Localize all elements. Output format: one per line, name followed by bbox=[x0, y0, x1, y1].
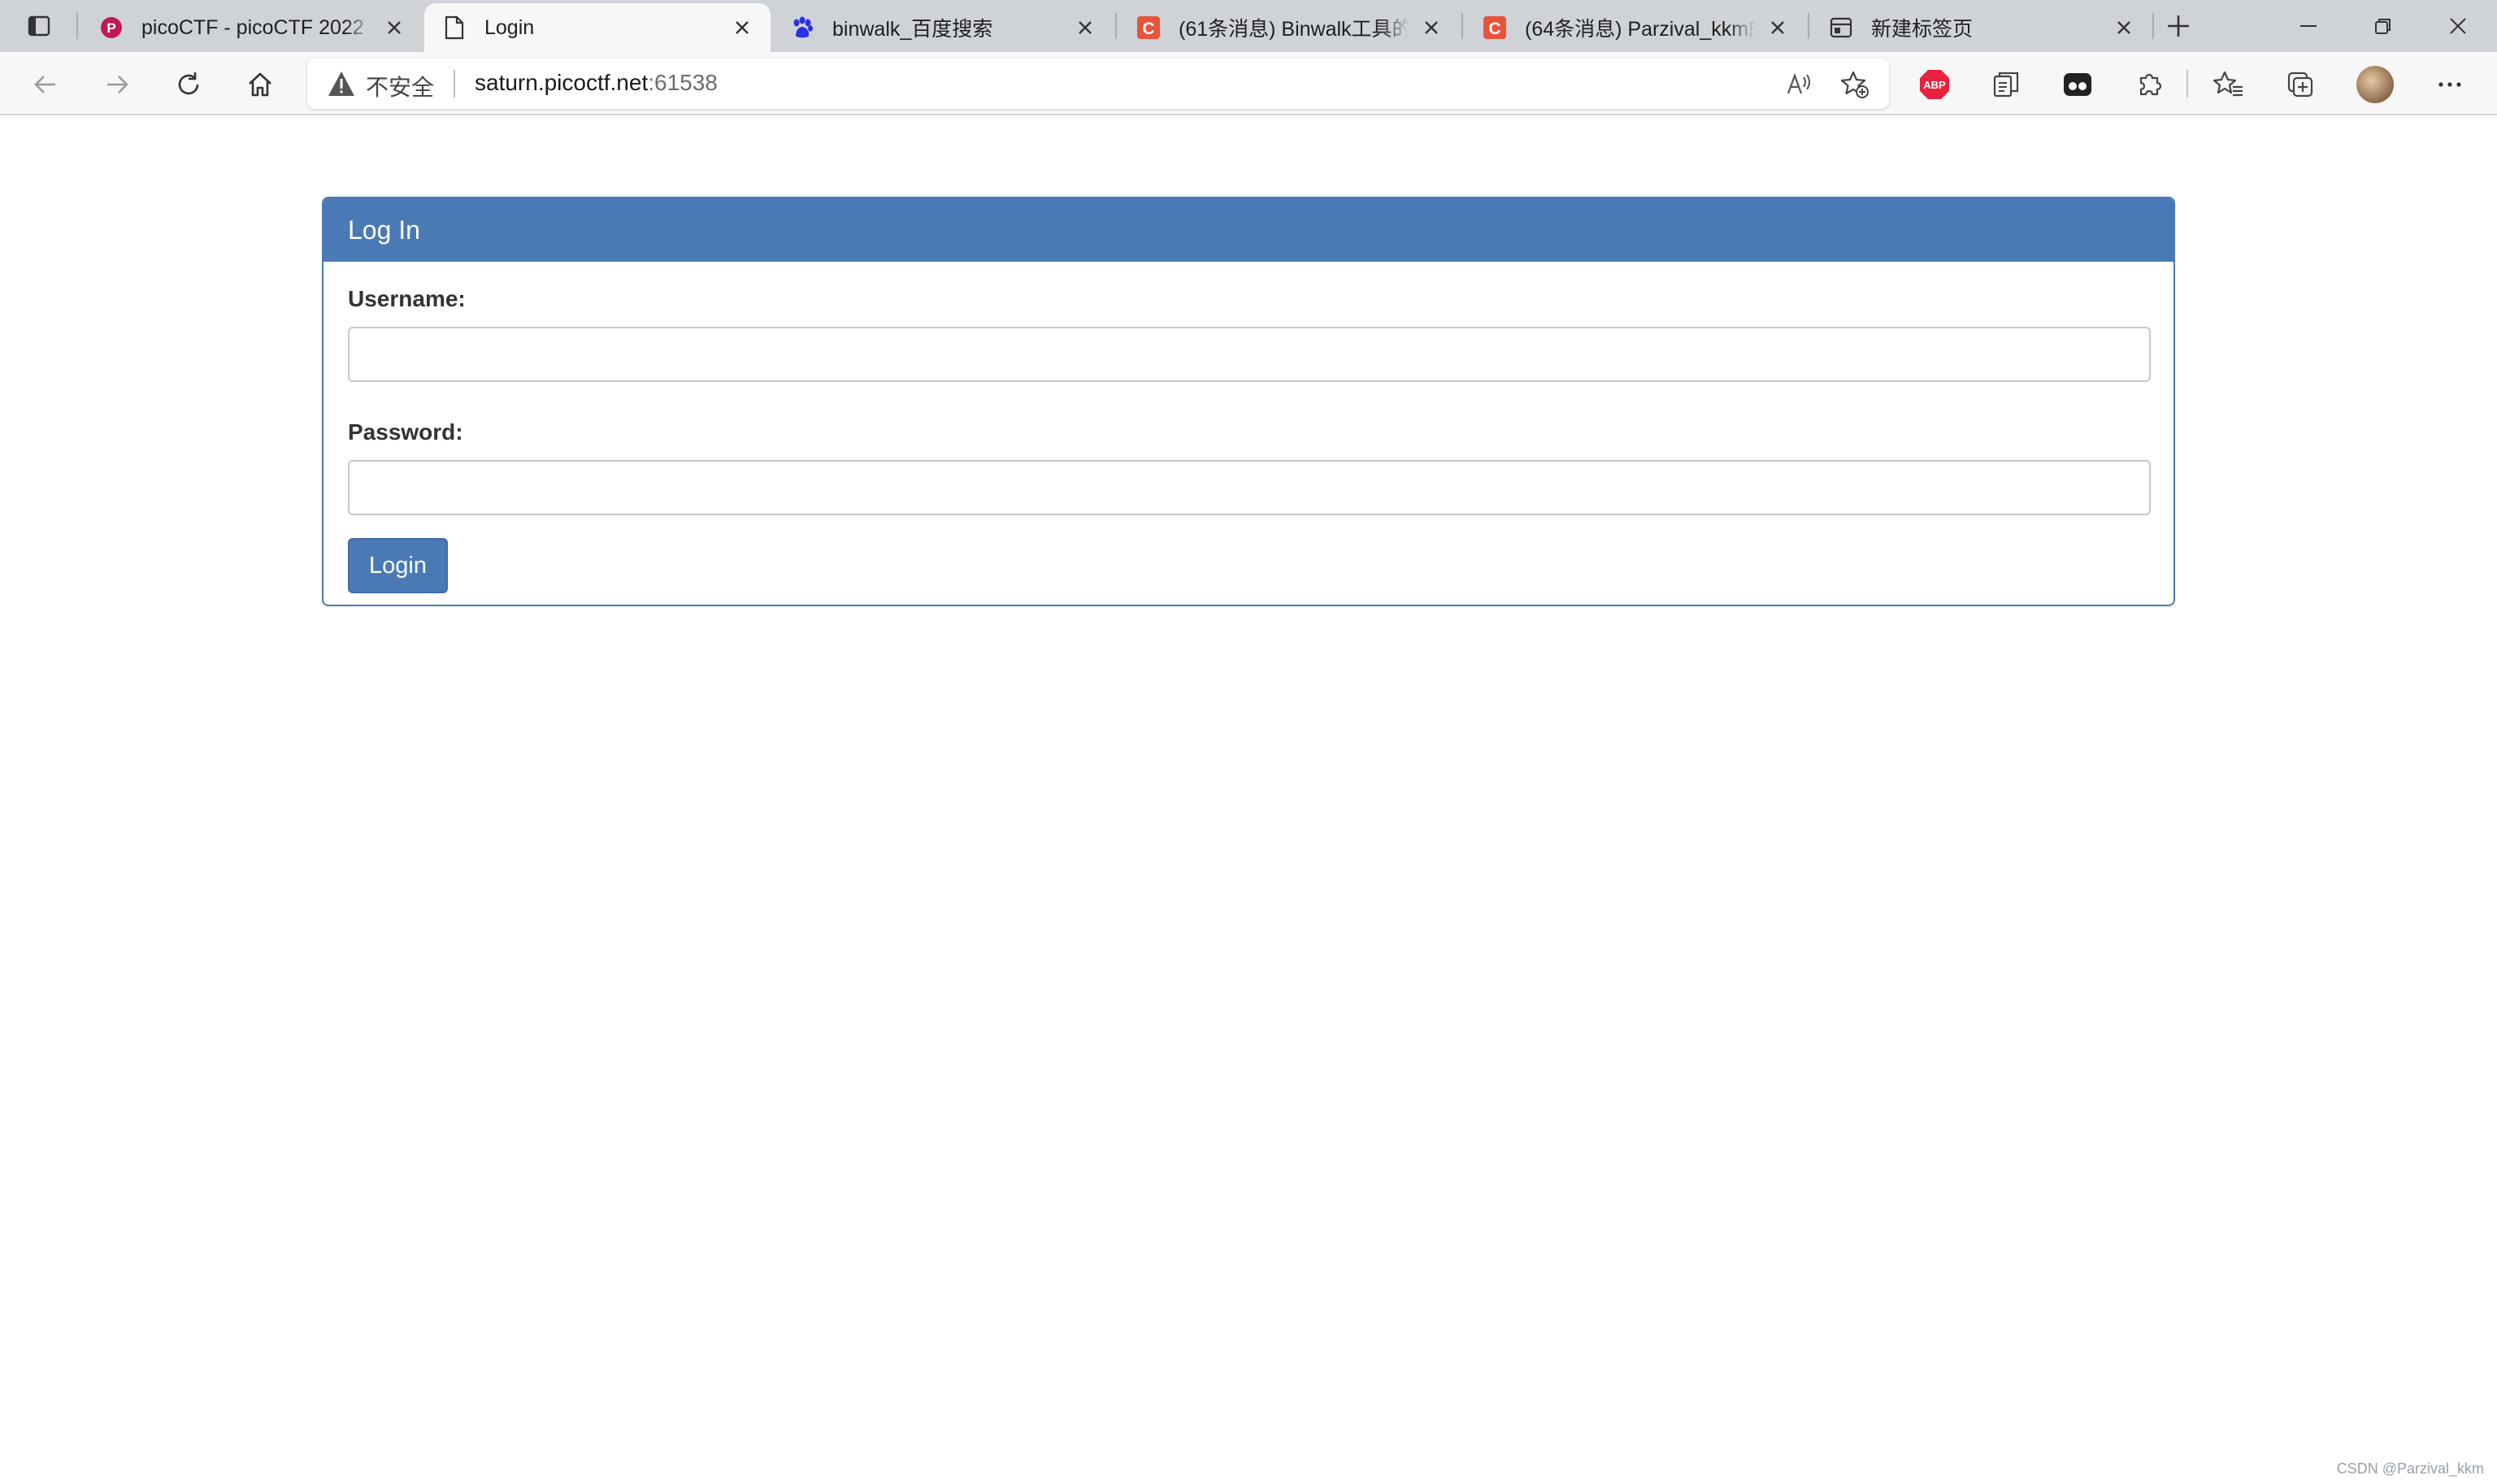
arrow-left-icon bbox=[34, 76, 55, 93]
browser-toolbar: 不安全 saturn.picoctf.net:61538 ABP bbox=[0, 52, 2497, 115]
username-input[interactable] bbox=[348, 327, 2151, 382]
url-host: saturn.picoctf.net bbox=[475, 70, 649, 95]
password-input[interactable] bbox=[348, 460, 2151, 515]
tab-strip: P picoCTF - picoCTF 2022 Login binwalk_百… bbox=[0, 0, 2497, 52]
toolbar-separator bbox=[2187, 70, 2188, 98]
tab-title: picoCTF - picoCTF 2022 bbox=[141, 15, 364, 39]
restore-button[interactable] bbox=[2359, 7, 2408, 46]
tab-new-tab-page[interactable]: 新建标签页 bbox=[1811, 3, 2152, 52]
minimize-button[interactable] bbox=[2284, 7, 2333, 46]
read-aloud-icon bbox=[1787, 72, 1810, 94]
refresh-icon bbox=[178, 72, 199, 95]
abp-badge: ABP bbox=[1923, 79, 1946, 91]
minimize-icon bbox=[2300, 25, 2317, 27]
svg-text:C: C bbox=[1488, 20, 1500, 38]
url-port: :61538 bbox=[648, 70, 718, 95]
tab-separator bbox=[1808, 13, 1809, 39]
copy-pages-icon bbox=[1993, 72, 2019, 98]
new-tab-page-icon bbox=[1827, 14, 1855, 41]
close-icon[interactable] bbox=[382, 15, 406, 40]
close-icon bbox=[2450, 18, 2466, 34]
tab-separator bbox=[1461, 13, 1463, 39]
close-icon[interactable] bbox=[730, 15, 754, 40]
puzzle-icon bbox=[2139, 73, 2162, 96]
svg-text:P: P bbox=[106, 20, 115, 36]
avatar bbox=[2356, 66, 2394, 103]
refresh-button[interactable] bbox=[166, 62, 211, 107]
url-text[interactable]: saturn.picoctf.net:61538 bbox=[475, 70, 718, 96]
baidu-paw-icon bbox=[788, 14, 816, 41]
login-button[interactable]: Login bbox=[348, 538, 448, 593]
home-button[interactable] bbox=[237, 62, 283, 107]
picoctf-icon: P bbox=[98, 14, 125, 41]
tab-actions-icon bbox=[28, 15, 50, 37]
login-panel: Log In Username: Password: Login bbox=[322, 197, 2175, 606]
tab-csdn-binwalk[interactable]: C (61条消息) Binwalk工具的详 bbox=[1118, 3, 1460, 52]
tab-title: (64条消息) Parzival_kkm的博 bbox=[1525, 18, 1756, 41]
back-button[interactable] bbox=[23, 62, 68, 107]
plus-icon bbox=[2168, 15, 2189, 37]
security-status[interactable]: 不安全 bbox=[366, 70, 434, 102]
adblock-extension-button[interactable]: ABP bbox=[1913, 63, 1956, 106]
close-icon[interactable] bbox=[2112, 15, 2136, 40]
tab-csdn-parzival[interactable]: C (64条消息) Parzival_kkm的博 bbox=[1465, 3, 1806, 52]
new-tab-button[interactable] bbox=[2159, 8, 2198, 44]
settings-menu-button[interactable] bbox=[2429, 63, 2471, 106]
svg-text:C: C bbox=[1142, 20, 1154, 38]
tab-title: binwalk_百度搜索 bbox=[832, 18, 993, 41]
close-icon[interactable] bbox=[1765, 15, 1790, 40]
page-icon bbox=[441, 14, 468, 41]
forward-button[interactable] bbox=[94, 62, 140, 107]
tab-login[interactable]: Login bbox=[424, 3, 771, 52]
username-label: Username: bbox=[348, 286, 466, 311]
close-window-button[interactable] bbox=[2434, 7, 2482, 46]
more-dots-icon bbox=[2438, 82, 2461, 87]
favorites-button[interactable] bbox=[2208, 63, 2250, 106]
adblock-icon: ABP bbox=[1920, 70, 1949, 99]
glasses-icon bbox=[2064, 73, 2091, 96]
profile-button[interactable] bbox=[2354, 63, 2396, 106]
add-favorite-button[interactable] bbox=[1839, 68, 1871, 101]
address-divider bbox=[454, 70, 455, 98]
reader-extension-button[interactable] bbox=[2056, 63, 2099, 106]
tab-separator bbox=[2152, 13, 2154, 39]
collections-button[interactable] bbox=[2279, 63, 2321, 106]
address-bar[interactable]: 不安全 saturn.picoctf.net:61538 bbox=[307, 59, 1889, 109]
restore-icon bbox=[2375, 19, 2391, 34]
tab-title: 新建标签页 bbox=[1871, 18, 1974, 41]
csdn-icon: C bbox=[1135, 14, 1162, 41]
tab-title: Login bbox=[484, 15, 535, 39]
login-form: Username: Password: Login bbox=[324, 262, 2173, 605]
close-icon[interactable] bbox=[1419, 15, 1444, 40]
collections-icon bbox=[2287, 72, 2313, 98]
csdn-icon: C bbox=[1481, 14, 1509, 41]
extensions-button[interactable] bbox=[2128, 63, 2170, 106]
favorites-star-icon bbox=[2213, 71, 2243, 97]
tab-baidu[interactable]: binwalk_百度搜索 bbox=[772, 3, 1114, 52]
close-icon[interactable] bbox=[1073, 15, 1097, 40]
panel-title: Log In bbox=[324, 198, 2173, 262]
tab-actions-button[interactable] bbox=[15, 8, 63, 44]
star-add-icon bbox=[1840, 71, 1869, 98]
arrow-right-icon bbox=[107, 76, 128, 93]
password-label: Password: bbox=[348, 419, 463, 445]
watermark: CSDN @Parzival_kkm bbox=[2336, 1460, 2484, 1477]
collections-extension-button[interactable] bbox=[1985, 63, 2027, 106]
home-icon bbox=[249, 72, 271, 97]
tab-separator bbox=[76, 13, 78, 39]
tab-separator bbox=[1115, 13, 1117, 39]
tab-title: (61条消息) Binwalk工具的详 bbox=[1179, 18, 1409, 41]
warning-icon[interactable] bbox=[327, 70, 356, 98]
tab-picoctf[interactable]: P picoCTF - picoCTF 2022 bbox=[81, 3, 423, 52]
read-aloud-button[interactable] bbox=[1783, 68, 1816, 101]
